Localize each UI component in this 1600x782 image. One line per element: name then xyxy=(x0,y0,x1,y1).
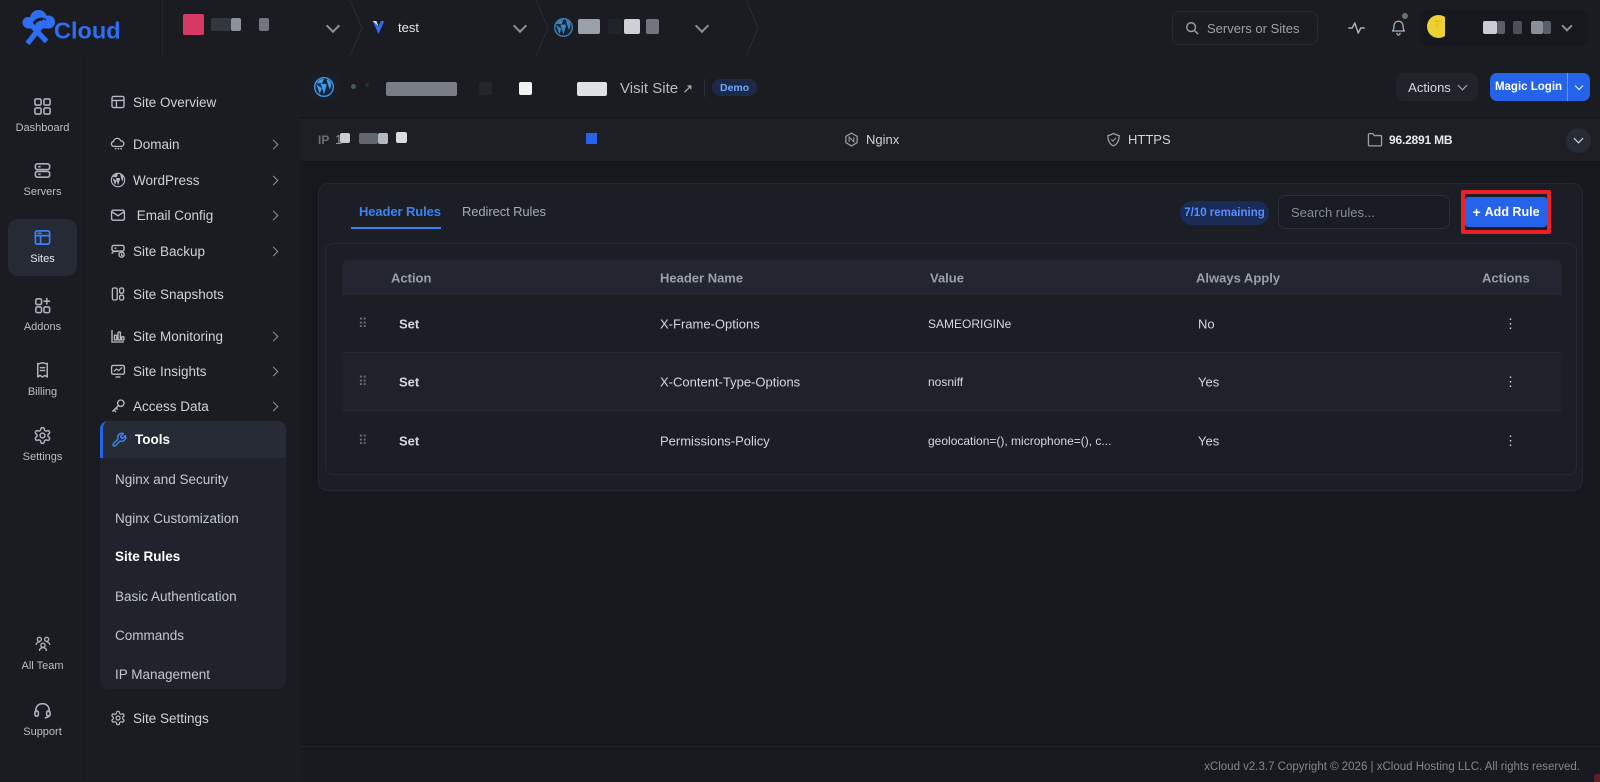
svg-text:Cloud: Cloud xyxy=(54,18,121,44)
